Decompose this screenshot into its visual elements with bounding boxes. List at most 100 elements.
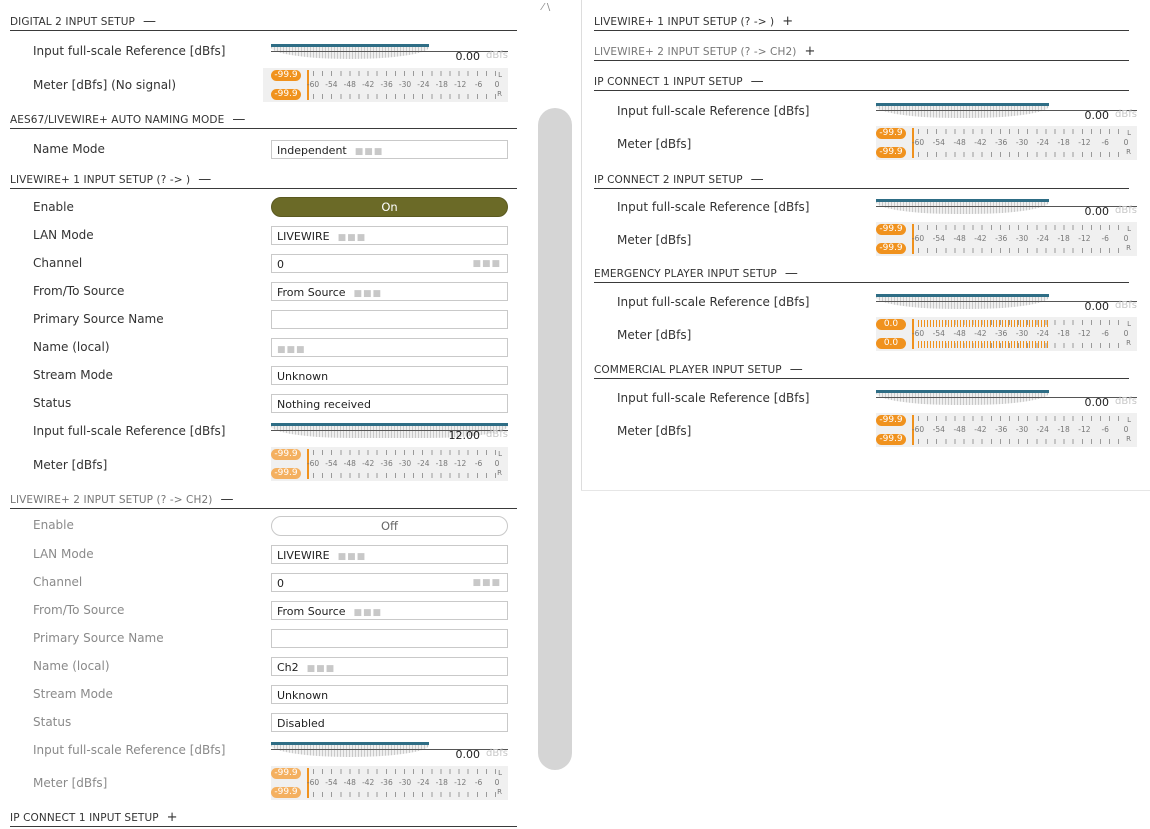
name-local-input[interactable]: Ch2 ■■■ [271, 657, 508, 676]
meter-scale-label: -42 [974, 425, 987, 434]
more-icon[interactable]: ■■■ [338, 233, 367, 243]
meter-peak-left: -99.9 [876, 224, 906, 235]
collapse-icon[interactable]: — [751, 172, 764, 187]
expand-icon[interactable]: + [804, 44, 815, 59]
from-to-select[interactable]: From Source ■■■ [271, 601, 508, 620]
enable-toggle[interactable]: Off [271, 516, 508, 536]
ref-slider[interactable]: 12.00 dBfs [271, 423, 508, 443]
collapse-icon[interactable]: — [751, 74, 764, 89]
meter-scale-label: -24 [417, 459, 430, 468]
meter-scale-label: -54 [932, 329, 945, 338]
meter-scale-label: -54 [932, 234, 945, 243]
ref-slider[interactable]: 0.00 dBfs [876, 103, 1137, 123]
scroll-up-icon[interactable]: ⁄ \ [542, 2, 550, 13]
section-header-ip-connect-1[interactable]: IP CONNECT 1 INPUT SETUP — [594, 74, 1129, 91]
enable-toggle[interactable]: On [271, 197, 508, 217]
meter-scale-label: -18 [1057, 329, 1070, 338]
name-mode-select[interactable]: Independent ■■■ [271, 140, 508, 159]
lan-mode-select[interactable]: LIVEWIRE ■■■ [271, 226, 508, 245]
section-header-livewire-2[interactable]: LIVEWIRE+ 2 INPUT SETUP (? -> CH2) — [10, 492, 517, 509]
more-icon[interactable]: ■■■ [307, 664, 336, 674]
collapse-icon[interactable]: — [790, 362, 803, 377]
enable-label: Enable [33, 200, 74, 214]
meter-scale-label: -6 [1101, 329, 1109, 338]
scrollbar-thumb[interactable] [538, 108, 572, 770]
section-title: COMMERCIAL PLAYER INPUT SETUP [594, 364, 782, 376]
meter-scale-label: -18 [1057, 425, 1070, 434]
ref-slider[interactable]: 0.00 dBfs [271, 44, 508, 64]
section-header-livewire-1[interactable]: LIVEWIRE+ 1 INPUT SETUP (? -> ) + [594, 14, 1129, 31]
ref-slider[interactable]: 0.00 dBfs [876, 294, 1137, 314]
meter-scale-label: -24 [1036, 138, 1049, 147]
section-header-commercial-player[interactable]: COMMERCIAL PLAYER INPUT SETUP — [594, 362, 1129, 379]
collapse-icon[interactable]: — [143, 14, 156, 29]
meter-channel-left: L [1127, 129, 1131, 137]
column-divider [581, 0, 582, 490]
section-title: IP CONNECT 2 INPUT SETUP [594, 174, 743, 186]
from-to-label: From/To Source [33, 603, 125, 617]
more-icon[interactable]: ■■■ [354, 289, 383, 299]
primary-source-input[interactable] [271, 310, 508, 329]
collapse-icon[interactable]: — [232, 112, 245, 127]
right-panel: LIVEWIRE+ 1 INPUT SETUP (? -> ) + LIVEWIR… [584, 0, 1150, 490]
expand-icon[interactable]: + [167, 810, 178, 825]
section-header-ip-connect-1[interactable]: IP CONNECT 1 INPUT SETUP + [10, 810, 517, 827]
section-header-naming[interactable]: AES67/LIVEWIRE+ AUTO NAMING MODE — [10, 112, 517, 129]
more-icon[interactable]: ■■■ [472, 259, 501, 269]
enable-label: Enable [33, 518, 74, 532]
collapse-icon[interactable]: — [220, 492, 233, 507]
ref-slider[interactable]: 0.00 dBfs [876, 199, 1137, 219]
meter-scale: -60 -54 -48 -42 -36 -30 -24 -18 -12 -6 0 [912, 425, 1129, 435]
section-header-livewire-2[interactable]: LIVEWIRE+ 2 INPUT SETUP (? -> CH2) + [594, 44, 1129, 61]
ref-value: 0.00 [1084, 109, 1110, 122]
lan-mode-select[interactable]: LIVEWIRE ■■■ [271, 545, 508, 564]
ref-unit: dBfs [486, 748, 508, 759]
meter-scale-label: -36 [995, 234, 1008, 243]
section-title: LIVEWIRE+ 1 INPUT SETUP (? -> ) [10, 174, 191, 186]
more-icon[interactable]: ■■■ [338, 552, 367, 562]
ref-slider[interactable]: 0.00 dBfs [271, 742, 508, 762]
meter-scale-label: -30 [1015, 138, 1029, 147]
primary-source-input[interactable] [271, 629, 508, 648]
channel-input[interactable]: 0 ■■■ [271, 254, 508, 273]
ref-label: Input full-scale Reference [dBfs] [33, 44, 226, 58]
meter-scale-label: -42 [974, 329, 987, 338]
meter-scale-label: -12 [454, 80, 467, 89]
more-icon[interactable]: ■■■ [277, 345, 306, 355]
expand-icon[interactable]: + [782, 14, 793, 29]
section-header-emergency-player[interactable]: EMERGENCY PLAYER INPUT SETUP — [594, 266, 1129, 283]
more-icon[interactable]: ■■■ [355, 147, 384, 157]
more-icon[interactable]: ■■■ [354, 608, 383, 618]
left-panel: DIGITAL 2 INPUT SETUP — Input full-scale … [0, 0, 520, 829]
meter-scale-label: -30 [1015, 425, 1029, 434]
name-local-input[interactable]: ■■■ [271, 338, 508, 357]
meter-scale-label: -30 [398, 80, 412, 89]
section-header-digital-2[interactable]: DIGITAL 2 INPUT SETUP — [10, 14, 517, 31]
meter-scale-label: -60 [911, 234, 925, 243]
meter-scale-label: -60 [911, 138, 925, 147]
collapse-icon[interactable]: — [198, 172, 211, 187]
ref-knob-dome [876, 106, 1049, 118]
primary-source-label: Primary Source Name [33, 312, 164, 326]
section-header-livewire-1[interactable]: LIVEWIRE+ 1 INPUT SETUP (? -> ) — [10, 172, 517, 189]
channel-label: Channel [33, 256, 83, 270]
meter-scale-label: -60 [306, 778, 320, 787]
ref-slider[interactable]: 0.00 dBfs [876, 390, 1137, 410]
meter-label: Meter [dBfs] [617, 328, 692, 342]
status-label: Status [33, 715, 72, 729]
meter-label: Meter [dBfs] [617, 424, 692, 438]
meter-scale-label: -42 [362, 778, 375, 787]
more-icon[interactable]: ■■■ [472, 578, 501, 588]
level-meter: -99.9 -99.9 -60 -54 -48 -42 -36 -30 -24 -18 -12-… [263, 68, 508, 102]
ref-unit: dBfs [486, 50, 508, 61]
meter-scale-label: -6 [474, 778, 483, 787]
meter-scale-label: -12 [1078, 234, 1091, 243]
meter-peak-left: 0.0 [876, 319, 906, 330]
channel-input[interactable]: 0 ■■■ [271, 573, 508, 592]
ref-label: Input full-scale Reference [dBfs] [617, 391, 810, 405]
lan-mode-label: LAN Mode [33, 228, 94, 242]
section-header-ip-connect-2[interactable]: IP CONNECT 2 INPUT SETUP — [594, 172, 1129, 189]
from-to-select[interactable]: From Source ■■■ [271, 282, 508, 301]
meter-scale: -60 -54 -48 -42 -36 -30 -24 -18 -12 -6 0 [307, 80, 500, 90]
collapse-icon[interactable]: — [785, 266, 798, 281]
